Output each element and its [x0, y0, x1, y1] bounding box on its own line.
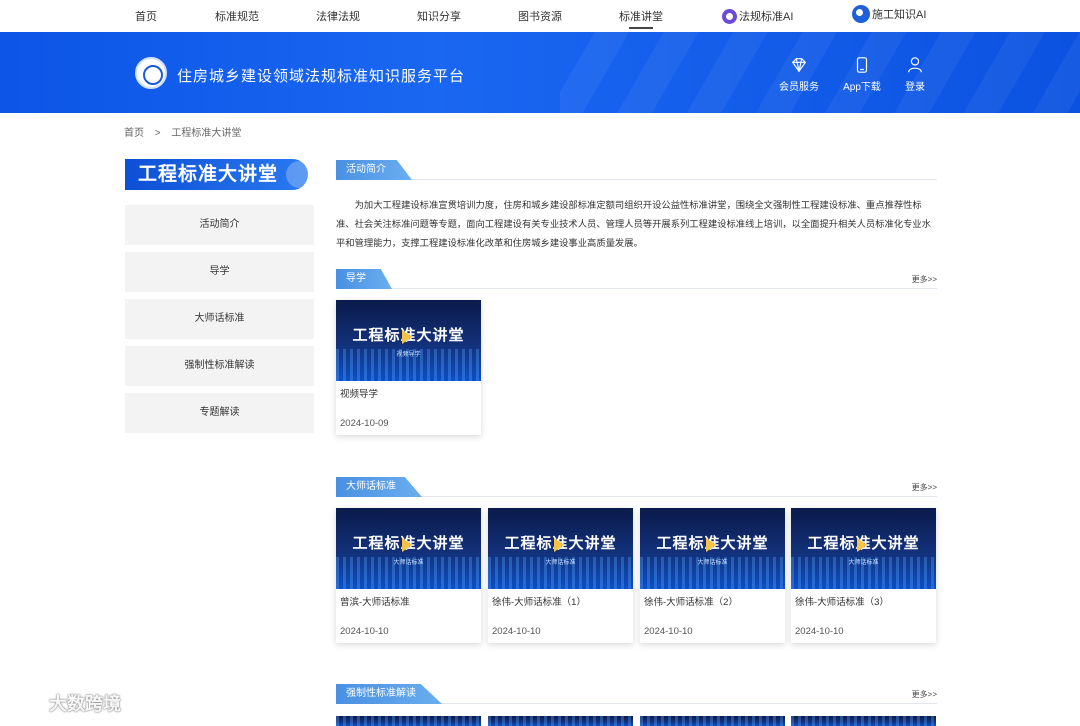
- video-thumbnail: 工程标准大讲堂 大师话标准: [488, 508, 633, 589]
- video-thumbnail: [488, 716, 633, 726]
- site-logo[interactable]: [135, 57, 167, 89]
- video-card[interactable]: 工程标准大讲堂 大师话标准 徐伟-大师话标准（3） 2024-10-10: [791, 508, 936, 643]
- breadcrumb-separator: >: [154, 128, 161, 139]
- watermark-logo-icon: [8, 697, 38, 714]
- video-title: 徐伟-大师话标准（3）: [795, 597, 889, 608]
- section-tag: 导学: [336, 269, 392, 289]
- video-date: 2024-10-10: [644, 626, 693, 637]
- play-icon: [857, 538, 867, 552]
- app-download-button[interactable]: App下载: [832, 56, 892, 93]
- video-card[interactable]: 工程标准大讲堂 视频导学 视频导学 2024-10-09: [336, 300, 481, 435]
- breadcrumb-home[interactable]: 首页: [124, 128, 144, 139]
- nav-standards[interactable]: 标准规范: [215, 8, 259, 24]
- video-title: 曾滨-大师话标准: [340, 597, 410, 608]
- intro-text: 为加大工程建设标准宣贯培训力度，住房和城乡建设部标准定额司组织开设公益性标准讲堂…: [336, 200, 932, 248]
- more-link[interactable]: 更多>>: [912, 274, 937, 285]
- member-service-button[interactable]: 会员服务: [769, 56, 829, 93]
- user-icon: [908, 57, 922, 73]
- video-date: 2024-10-09: [340, 418, 389, 429]
- more-link[interactable]: 更多>>: [912, 482, 937, 493]
- watermark: 大数跨境: [8, 690, 121, 716]
- section-tag: 活动简介: [336, 160, 412, 180]
- video-title: 视频导学: [340, 389, 379, 400]
- sidebar-item-guide[interactable]: 导学: [125, 252, 314, 292]
- video-thumbnail: [336, 716, 481, 726]
- section-header-mandatory: 强制性标准解读 更多>>: [336, 684, 937, 704]
- play-icon: [402, 330, 412, 344]
- video-thumbnail: [791, 716, 936, 726]
- top-navigation: 首页 标准规范 法律法规 知识分享 图书资源 标准讲堂 法规标准AI 施工知识A…: [0, 0, 1080, 32]
- breadcrumb: 首页 > 工程标准大讲堂: [124, 124, 249, 139]
- nav-home[interactable]: 首页: [135, 8, 157, 24]
- video-title: 徐伟-大师话标准（2）: [644, 597, 738, 608]
- section-tag: 强制性标准解读: [336, 684, 442, 704]
- chat-ai-icon: [722, 8, 737, 24]
- sidebar-item-mandatory[interactable]: 强制性标准解读: [125, 346, 314, 386]
- video-thumbnail: 工程标准大讲堂 大师话标准: [640, 508, 785, 589]
- video-card[interactable]: 工程标准大讲堂 大师话标准 曾滨-大师话标准 2024-10-10: [336, 508, 481, 643]
- nav-construction-ai[interactable]: 施工知识AI: [852, 5, 926, 24]
- section-header-intro: 活动简介: [336, 160, 937, 180]
- video-thumbnail: 工程标准大讲堂 大师话标准: [791, 508, 936, 589]
- video-date: 2024-10-10: [795, 626, 844, 637]
- video-card[interactable]: 工程标准大讲堂 大师话标准 徐伟-大师话标准（2） 2024-10-10: [640, 508, 785, 643]
- video-thumbnail: 工程标准大讲堂 大师话标准: [336, 508, 481, 589]
- nav-knowledge-share[interactable]: 知识分享: [417, 8, 461, 24]
- video-thumbnail: [640, 716, 785, 726]
- sidebar-item-topics[interactable]: 专题解读: [125, 393, 314, 433]
- nav-lecture-hall[interactable]: 标准讲堂: [619, 8, 663, 29]
- diamond-icon: [791, 58, 807, 73]
- section-header-guide: 导学 更多>>: [336, 269, 937, 289]
- login-button[interactable]: 登录: [885, 56, 945, 93]
- site-title: 住房城乡建设领域法规标准知识服务平台: [177, 68, 466, 85]
- sidebar-item-intro[interactable]: 活动简介: [125, 205, 314, 245]
- play-icon: [706, 538, 716, 552]
- video-thumbnail: 工程标准大讲堂 视频导学: [336, 300, 481, 381]
- nav-regulation-ai[interactable]: 法规标准AI: [722, 8, 793, 25]
- nav-books[interactable]: 图书资源: [518, 8, 562, 24]
- knowledge-ai-icon: [852, 5, 870, 24]
- breadcrumb-current: 工程标准大讲堂: [171, 128, 242, 139]
- play-icon: [554, 538, 564, 552]
- play-icon: [402, 538, 412, 552]
- more-link[interactable]: 更多>>: [912, 689, 937, 700]
- video-date: 2024-10-10: [340, 626, 389, 637]
- mobile-phone-icon: [856, 57, 868, 73]
- section-tag: 大师话标准: [336, 477, 422, 497]
- video-date: 2024-10-10: [492, 626, 541, 637]
- video-card[interactable]: 工程标准大讲堂 大师话标准 徐伟-大师话标准（1） 2024-10-10: [488, 508, 633, 643]
- sidebar-item-master-talk[interactable]: 大师话标准: [125, 299, 314, 339]
- nav-laws[interactable]: 法律法规: [316, 8, 360, 24]
- video-title: 徐伟-大师话标准（1）: [492, 597, 586, 608]
- section-header-master-talk: 大师话标准 更多>>: [336, 477, 937, 497]
- sidebar-title: 工程标准大讲堂: [125, 159, 313, 190]
